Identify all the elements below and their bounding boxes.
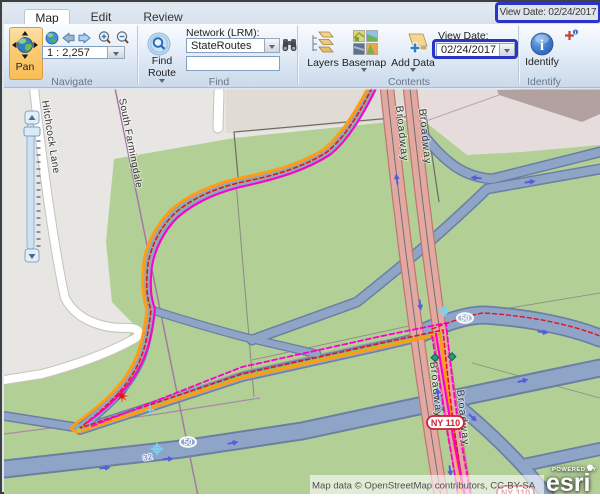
svg-text:50: 50: [461, 314, 470, 323]
svg-text:esri: esri: [546, 469, 590, 494]
svg-text:32: 32: [142, 451, 153, 463]
svg-text:Map data © OpenStreetMap contr: Map data © OpenStreetMap contributors, C…: [312, 481, 536, 492]
svg-text:50: 50: [184, 438, 193, 447]
svg-text:NY 110: NY 110: [431, 418, 460, 428]
svg-text:i: i: [540, 38, 544, 54]
